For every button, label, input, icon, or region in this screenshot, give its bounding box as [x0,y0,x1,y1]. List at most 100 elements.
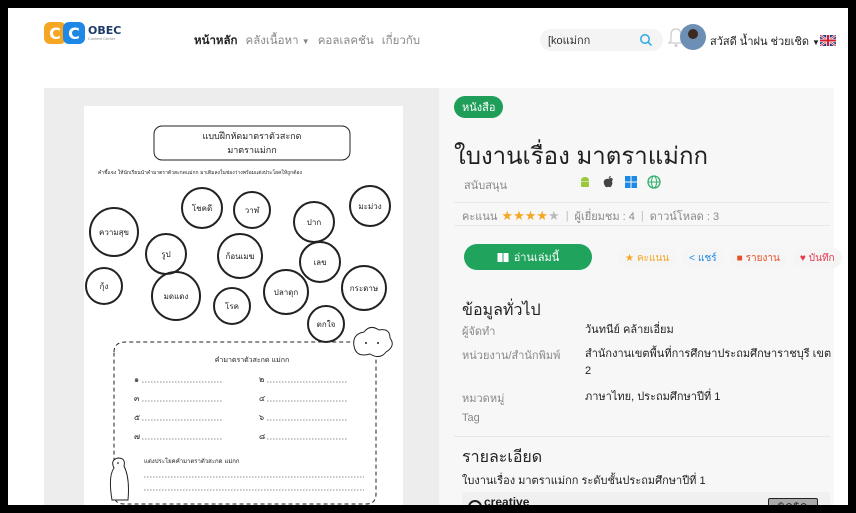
ws-answer-number: ๒ [259,375,264,384]
ws-word: ก้อนเมฆ [225,252,254,261]
read-book-button[interactable]: อ่านเล่มนี้ [464,244,592,270]
resource-type-badge: หนังสือ [454,96,504,118]
ws-word: ตกใจ [317,320,336,329]
info-key: Tag [462,412,480,424]
caret-down-icon: ▼ [301,37,310,46]
separator: | [640,210,644,222]
section-divider [454,436,830,437]
share-button[interactable]: < แชร์ [682,248,724,268]
ws-word: กุ้ง [100,282,109,291]
uk-flag-icon[interactable] [820,35,836,46]
ws-instruction: คำชี้แจง ให้นักเรียนนำคำมาตราตัวสะกดแม่ก… [98,167,302,176]
star-icon: ★ [524,208,537,223]
ws-answer-number: ๑ [134,375,139,384]
ws-word: มดแดง [164,292,189,301]
ws-answer-number: ๖ [259,413,264,422]
user-greeting: สวัสดี น้ำฝน ช่วยเชิด [710,36,809,48]
search-icon[interactable] [639,33,653,47]
ws-word: เลข [313,258,326,267]
search-box [540,29,663,51]
read-button-label: อ่านเล่มนี้ [513,252,560,264]
caret-down-icon: ▼ [812,38,820,47]
ws-word: ปาก [307,218,322,227]
ws-answer-box [113,341,377,505]
info-key: ผู้จัดทำ [462,326,496,338]
ws-answer-number: ๘ [259,432,265,441]
logo-c-blue: C [63,22,85,44]
cc-text: creativecommons [484,496,541,505]
save-label: บันทึก [808,252,835,264]
apple-icon [600,174,616,190]
info-value[interactable]: ภาษาไทย, ประถมศึกษาปีที่ 1 [585,389,833,406]
ws-answer-number: ๔ [259,394,265,403]
ws-word: รูป [161,250,170,260]
nav-home[interactable]: หน้าหลัก [194,32,238,50]
platform-icons [577,174,662,190]
main-nav: หน้าหลัก คลังเนื้อหา ▼ คอลเลคชัน เกี่ยวก… [194,32,420,50]
ws-answer-number: ๗ [134,432,140,441]
creative-commons-logo: cc creativecommons [468,496,541,505]
ws-word: กระดาษ [350,284,378,293]
views-count: ผู้เยี่ยมชม : 4 [574,211,635,223]
nav-about[interactable]: เกี่ยวกับ [382,32,420,50]
ws-word: ปลาดุก [274,288,299,297]
stats-row: คะแนน ★★★★★ | ผู้เยี่ยมชม : 4 | ดาวน์โหล… [462,207,719,225]
page-frame: C C OBEC Content Center หน้าหลัก คลังเนื… [8,8,848,505]
nav-collections[interactable]: คอลเลคชัน [318,32,374,50]
book-open-icon [497,252,509,262]
star-icon: ★ [548,208,560,223]
details-title: รายละเอียด [462,449,543,466]
share-icon: < [689,252,695,264]
separator: | [565,210,569,222]
rate-label: คะแนน [636,252,670,264]
ws-title2: มาตราแม่กก [227,146,276,156]
report-label: รายงาน [745,252,780,264]
star-icon: ★ [625,252,634,264]
star-icon: ★ [501,208,514,223]
ws-answer-lines: ๑ ๒๓ ๔๕ ๖๗ ๘ [134,375,347,441]
ws-title1: แบบฝึกหัดมาตราตัวสะกด [203,131,302,142]
logo-text: OBEC Content Center [88,25,121,41]
rating-label: คะแนน [462,211,498,223]
search-input[interactable] [548,32,628,48]
windows-icon [623,174,639,190]
ws-sentence-title: แต่งประโยคคำมาตราตัวสะกด แม่กก [144,457,240,465]
heart-icon: ♥ [799,252,806,264]
worksheet-preview[interactable]: แบบฝึกหัดมาตราตัวสะกด มาตราแม่กก คำชี้แจ… [84,106,403,505]
save-button[interactable]: ♥ บันทึก [792,248,842,268]
ws-word: ความสุข [99,228,129,237]
star-icon: ★ [536,208,549,223]
info-key: หน่วยงาน/สำนักพิมพ์ [462,350,561,362]
ws-word: โชคดี [192,203,212,213]
nav-library-label: คลังเนื้อหา [245,35,299,47]
nav-library[interactable]: คลังเนื้อหา ▼ [246,32,310,50]
cc-license-badge-icon[interactable]: ©⊙$⊜ [768,498,818,505]
info-value: วันทนีย์ คล้ายเอี่ยม [585,324,674,336]
license-box: cc creativecommons ©⊙$⊜ [462,492,830,505]
globe-icon [646,174,662,190]
logo-title: OBEC [88,24,122,37]
ws-word: วาฬ [245,206,260,215]
user-menu[interactable]: สวัสดี น้ำฝน ช่วยเชิด ▼ [710,32,820,50]
ws-word: มะม่วง [358,202,381,211]
general-info-title: ข้อมูลทั่วไป [462,302,541,319]
android-icon [577,174,593,190]
site-header: C C OBEC Content Center หน้าหลัก คลังเนื… [8,8,848,70]
user-avatar[interactable] [680,24,706,50]
support-label: สนับสนุน [464,180,507,192]
flag-icon: ■ [736,252,743,264]
star-icon: ★ [513,208,525,223]
ws-cloud-doodle [353,326,393,358]
ws-dino-doodle [109,457,129,501]
rate-button[interactable]: ★ คะแนน [618,248,677,268]
cc-icon: cc [468,500,482,505]
ws-answer-number: ๓ [134,394,140,403]
rating-stars: ★★★★★ [501,208,559,224]
share-label: แชร์ [698,252,717,264]
logo-subtitle: Content Center [88,36,116,41]
cc-text-line2: commons [484,504,541,505]
site-logo[interactable]: C C OBEC Content Center [44,22,121,44]
details-text: ใบงานเรื่อง มาตราแม่กก ระดับชั้นประถมศึก… [462,475,706,487]
report-button[interactable]: ■ รายงาน [729,248,787,268]
ws-word-circles: ความสุข โชคดี วาฬปาก มะม่วงรูป ก้อนเมฆเลขกุ้… [85,185,391,343]
